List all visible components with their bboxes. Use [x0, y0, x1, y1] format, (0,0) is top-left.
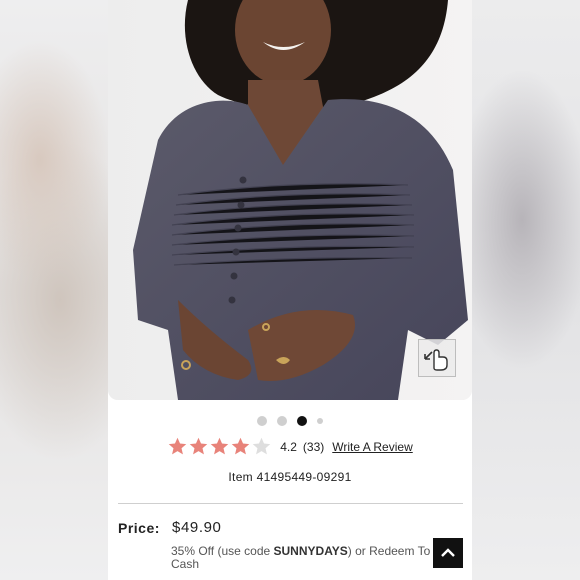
item-number: Item 41495449-09291	[228, 470, 352, 484]
carousel-dot[interactable]	[277, 416, 287, 426]
star-icon	[168, 437, 187, 455]
promo-text: 35% Off (use code SUNNYDAYS) or Redeem T…	[171, 545, 441, 571]
write-review-link[interactable]: Write A Review	[332, 440, 412, 454]
star-icon	[189, 437, 208, 455]
divider	[118, 503, 463, 504]
product-card: 4.2 (33) Write A Review Item 41495449-09…	[108, 0, 472, 580]
promo-prefix: 35% Off (use code	[171, 544, 274, 558]
rating-count: (33)	[302, 439, 325, 454]
star-icon-empty	[252, 437, 271, 455]
chevron-up-icon	[441, 548, 455, 557]
carousel-dot[interactable]	[317, 418, 323, 424]
carousel-dot[interactable]	[257, 416, 267, 426]
star-icon	[231, 437, 250, 455]
zoom-button[interactable]	[418, 339, 456, 377]
carousel-dots	[108, 414, 472, 428]
carousel-dot-active[interactable]	[297, 416, 307, 426]
background-right	[472, 0, 580, 580]
star-icon	[210, 437, 229, 455]
promo-code: SUNNYDAYS	[273, 544, 348, 558]
expand-hand-icon	[424, 349, 448, 371]
rating-value: 4.2	[280, 439, 297, 454]
product-image[interactable]	[108, 0, 472, 400]
back-to-top-button[interactable]	[433, 538, 463, 568]
promo-suffix: ) or Redeem To	[347, 544, 431, 558]
background-left	[0, 0, 108, 580]
price-value: $49.90	[172, 519, 222, 536]
price-label: Price:	[118, 520, 160, 536]
promo-line2: Cash	[171, 557, 200, 571]
star-rating	[167, 436, 272, 457]
rating-row: 4.2 (33) Write A Review	[108, 436, 472, 457]
